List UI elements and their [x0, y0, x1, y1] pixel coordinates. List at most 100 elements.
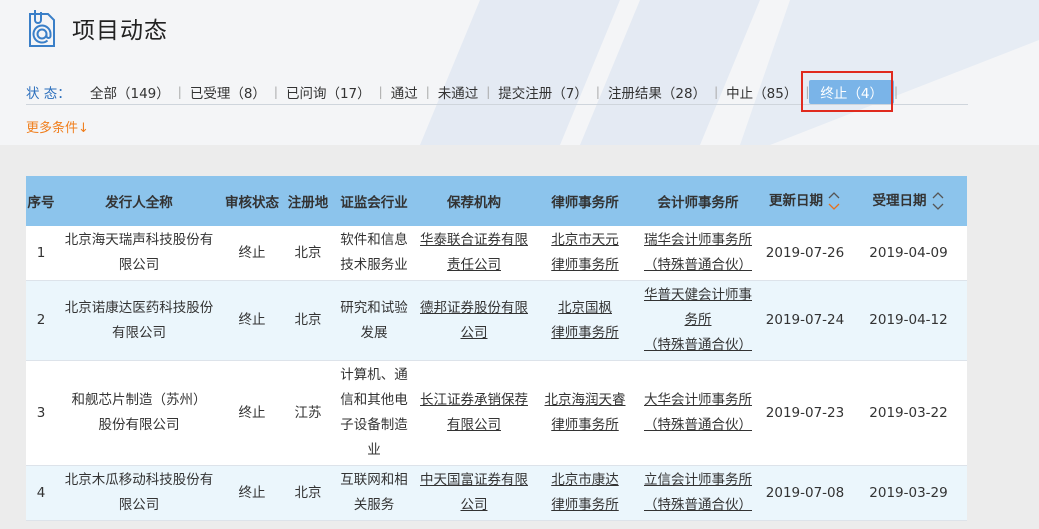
- cell-law-firm[interactable]: 北京市天元 律师事务所: [534, 226, 636, 281]
- cell-line: 北京国枫: [558, 299, 612, 316]
- cell-issuer-text: 北京木瓜移动科技股份有 限公司: [65, 472, 214, 513]
- cell-line: 2019-07-23: [765, 404, 845, 421]
- cell-line: 大华会计师事务所: [644, 392, 752, 408]
- cell-accounting-firm[interactable]: 大华会计师事务所 （特殊普通合伙）: [636, 360, 760, 466]
- filter-suspended[interactable]: 中止（85）: [718, 82, 805, 102]
- filter-accepted[interactable]: 已受理（8）: [182, 82, 274, 102]
- cell-industry-text: 研究和试验 发展: [340, 300, 408, 341]
- col-header-accepted[interactable]: 受理日期: [850, 176, 967, 226]
- col-header-status: 审核状态: [222, 176, 282, 226]
- cell-industry-text: 互联网和相 关服务: [340, 472, 408, 513]
- cell-line: 4: [36, 484, 46, 501]
- cell-line: 务所: [684, 312, 712, 328]
- cell-issuer-text: 和舰芯片制造（苏州） 股份有限公司: [72, 392, 207, 433]
- cell-accounting-firm-link[interactable]: 瑞华会计师事务所 （特殊普通合伙）: [644, 232, 752, 273]
- table-row: 3 和舰芯片制造（苏州） 股份有限公司 终止 江苏 计算机、通 信和其他电 子设备制造业长江证…: [26, 360, 967, 466]
- cell-accounting-firm-link[interactable]: 大华会计师事务所 （特殊普通合伙）: [644, 392, 752, 433]
- accepted-label: 受理日期: [872, 193, 927, 209]
- cell-line: 互联网和相: [340, 472, 408, 488]
- cell-line: 华泰联合证券有限: [420, 232, 528, 248]
- cell-sponsor[interactable]: 中天国富证券有限 公司: [414, 465, 534, 521]
- cell-line: 公司: [460, 497, 488, 513]
- cell-accounting-firm-link[interactable]: 立信会计师事务所 （特殊普通合伙）: [644, 472, 752, 513]
- cell-issuer-text: 北京诺康达医药科技股份 有限公司: [65, 300, 214, 341]
- more-conditions-link[interactable]: 更多条件↓: [26, 117, 89, 136]
- cell-issuer: 北京木瓜移动科技股份有 限公司: [56, 465, 222, 521]
- cell-line: 北京: [294, 244, 322, 261]
- cell-line: 业: [367, 442, 381, 458]
- more-conditions-label: 更多条件: [26, 121, 79, 136]
- cell-law-firm-link[interactable]: 北京市天元 律师事务所: [551, 232, 619, 273]
- cell-sponsor[interactable]: 长江证券承销保荐 有限公司: [414, 360, 534, 466]
- cell-sponsor[interactable]: 华泰联合证券有限 责任公司: [414, 226, 534, 281]
- cell-line: 责任公司: [447, 257, 501, 273]
- cell-line: 3: [36, 404, 46, 421]
- cell-region-text: 北京: [295, 312, 322, 328]
- filter-inquired[interactable]: 已问询（17）: [278, 82, 379, 102]
- cell-line: 股份有限公司: [98, 417, 180, 433]
- cell-line: 北京海润天睿: [544, 392, 626, 408]
- cell-accounting-firm-link[interactable]: 华普天健会计师事 务所 （特殊普通合伙）: [644, 287, 752, 353]
- cell-law-firm-link[interactable]: 北京国枫 律师事务所: [551, 300, 619, 341]
- cell-line: 德邦证券股份有限: [420, 299, 528, 316]
- cell-industry: 互联网和相 关服务: [334, 465, 414, 521]
- filter-all[interactable]: 全部（149）: [82, 82, 178, 102]
- cell-line: 北京市康达: [551, 472, 619, 488]
- filter-submitted-registration[interactable]: 提交注册（7）: [490, 82, 596, 102]
- cell-no: 1: [26, 226, 56, 281]
- cell-no: 2: [26, 280, 56, 361]
- cell-sponsor-link[interactable]: 德邦证券股份有限 公司: [420, 300, 528, 341]
- cell-line: 技术服务业: [340, 257, 408, 273]
- cell-line: 北京海天瑞声科技股份有: [64, 232, 214, 248]
- col-header-updated[interactable]: 更新日期: [760, 176, 850, 226]
- cell-line: 华普天健会计师事: [644, 287, 752, 303]
- cell-law-firm[interactable]: 北京市康达律师事务所: [534, 465, 636, 521]
- cell-status-text: 终止: [239, 405, 266, 421]
- cell-line: 2019-03-22: [869, 404, 948, 421]
- cell-law-firm-link[interactable]: 北京海润天睿 律师事务所: [545, 392, 626, 433]
- cell-law-firm[interactable]: 北京海润天睿 律师事务所: [534, 360, 636, 466]
- cell-status-text: 终止: [239, 245, 266, 261]
- highlight-box: [801, 71, 893, 112]
- col-header-issuer: 发行人全称: [56, 176, 222, 226]
- cell-accepted: 2019-04-09: [850, 226, 967, 281]
- sort-accepted-icon[interactable]: [931, 188, 945, 214]
- cell-sponsor-link[interactable]: 华泰联合证券有限 责任公司: [420, 232, 528, 273]
- cell-line: 有限公司: [447, 417, 501, 433]
- cell-region: 江苏: [282, 360, 334, 466]
- cell-updated-text: 2019-07-23: [766, 405, 844, 421]
- col-header-law-firm: 律师事务所: [534, 176, 636, 226]
- col-header-no: 序号: [26, 176, 56, 226]
- cell-industry: 软件和信息 技术服务业: [334, 226, 414, 281]
- cell-law-firm[interactable]: 北京国枫 律师事务所: [534, 280, 636, 361]
- filter-not-passed[interactable]: 未通过: [430, 82, 487, 102]
- cell-line: 关服务: [353, 497, 395, 513]
- cell-line: 瑞华会计师事务所: [644, 232, 752, 248]
- sort-updated-icon[interactable]: [827, 188, 841, 214]
- cell-line: 律师事务所: [551, 497, 619, 513]
- cell-line: 2019-07-26: [765, 244, 845, 261]
- filter-registration-result[interactable]: 注册结果（28）: [600, 82, 714, 102]
- project-table: 序号 发行人全称 审核状态 注册地 证监会行业 保荐机构 律师事务所 会计师事务…: [26, 176, 967, 521]
- cell-line: 终止: [238, 244, 266, 261]
- cell-line: 和舰芯片制造（苏州）: [71, 392, 207, 408]
- cell-region: 北京: [282, 226, 334, 281]
- cell-updated-text: 2019-07-26: [766, 245, 844, 261]
- cell-updated-text: 2019-07-08: [766, 485, 844, 501]
- table-row: 1 北京海天瑞声科技股份有 限公司 终止 北京 软件和信息 技术服务业 华泰联合证券有限 责任公…: [26, 226, 967, 281]
- cell-status: 终止: [222, 465, 282, 521]
- cell-updated: 2019-07-24: [760, 280, 850, 361]
- cell-law-firm-link[interactable]: 北京市康达律师事务所: [551, 472, 619, 513]
- cell-line: 立信会计师事务所: [644, 472, 752, 488]
- cell-sponsor-link[interactable]: 长江证券承销保荐 有限公司: [420, 392, 528, 433]
- cell-sponsor[interactable]: 德邦证券股份有限 公司: [414, 280, 534, 361]
- cell-line: 中天国富证券有限: [420, 472, 528, 488]
- cell-sponsor-link[interactable]: 中天国富证券有限 公司: [420, 472, 528, 513]
- cell-accounting-firm[interactable]: 立信会计师事务所 （特殊普通合伙）: [636, 465, 760, 521]
- filter-passed[interactable]: 通过: [383, 82, 426, 102]
- cell-accounting-firm[interactable]: 瑞华会计师事务所 （特殊普通合伙）: [636, 226, 760, 281]
- table-header-row: 序号 发行人全称 审核状态 注册地 证监会行业 保荐机构 律师事务所 会计师事务…: [26, 176, 967, 226]
- cell-line: 终止: [238, 404, 266, 421]
- cell-accounting-firm[interactable]: 华普天健会计师事 务所 （特殊普通合伙）: [636, 280, 760, 361]
- cell-line: 长江证券承销保荐: [420, 392, 528, 408]
